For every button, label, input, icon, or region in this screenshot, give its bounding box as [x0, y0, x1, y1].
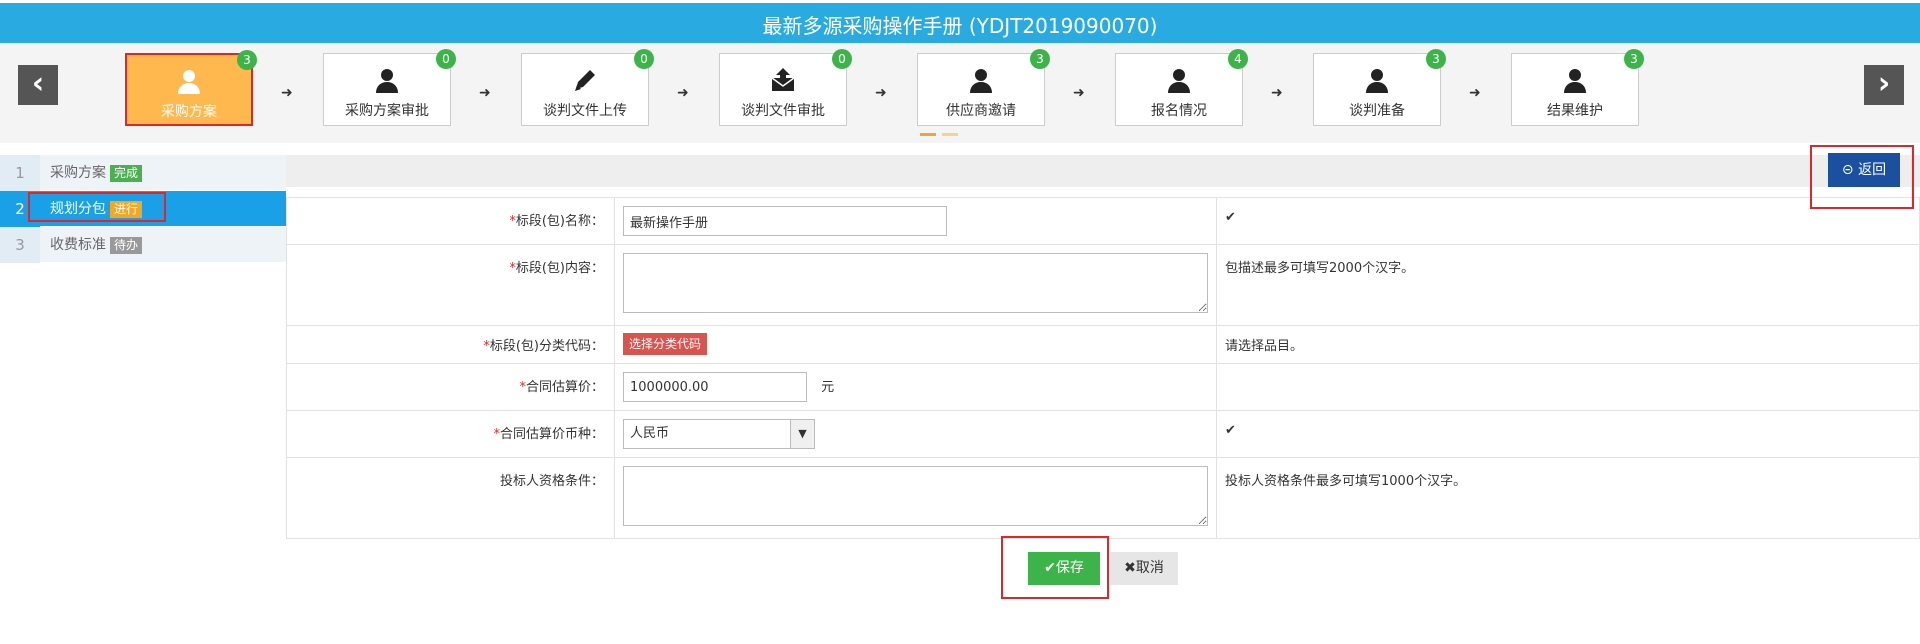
chevron-down-icon: ▼ — [790, 420, 814, 448]
step-plan-approval[interactable]: 采购方案审批 0 — [323, 49, 456, 126]
user-icon — [178, 70, 200, 94]
arrow-right-icon: ➜ — [1271, 85, 1283, 101]
field-label: *标段(包)内容： — [286, 244, 615, 326]
step-label: 结果维护 — [1547, 103, 1603, 119]
field-hint: 包描述最多可填写2000个汉字。 — [1216, 244, 1920, 326]
estimated-price-input[interactable] — [623, 372, 807, 402]
step-count-badge: 0 — [832, 49, 852, 69]
page-title: 最新多源采购操作手册 (YDJT2019090070) — [0, 0, 1920, 43]
step-label: 谈判准备 — [1349, 103, 1405, 119]
arrow-right-icon: ➜ — [677, 85, 689, 101]
user-icon — [970, 69, 992, 93]
field-label: *标段(包)分类代码： — [286, 325, 615, 364]
user-icon — [1564, 69, 1586, 93]
user-icon — [1366, 69, 1388, 93]
step-count-badge: 4 — [1228, 49, 1248, 69]
select-category-button[interactable]: 选择分类代码 — [623, 333, 708, 355]
package-name-input[interactable] — [623, 206, 947, 236]
sidebar-item-label: 收费标准 — [50, 237, 106, 253]
step-count-badge: 0 — [436, 49, 456, 69]
bidder-qualification-textarea[interactable] — [623, 466, 1208, 526]
step-count-badge: 3 — [1426, 49, 1446, 69]
currency-unit: 元 — [821, 379, 835, 395]
sidebar-item-purchase-plan[interactable]: 1 采购方案 完成 — [0, 155, 286, 191]
step-count-badge: 0 — [634, 49, 654, 69]
step-label: 供应商邀请 — [946, 103, 1016, 119]
step-label: 谈判文件审批 — [741, 103, 825, 119]
field-hint: 投标人资格条件最多可填写1000个汉字。 — [1216, 457, 1920, 539]
panel-header — [286, 155, 1920, 187]
sidebar-item-number: 1 — [0, 155, 40, 191]
field-label: *合同估算价币种： — [286, 410, 615, 458]
field-label: *标段(包)名称： — [286, 197, 615, 245]
step-count-badge: 3 — [1030, 49, 1050, 69]
step-count-badge: 3 — [1624, 49, 1644, 69]
sidebar-item-fee-standard[interactable]: 3 收费标准 待办 — [0, 227, 286, 263]
step-label: 采购方案审批 — [345, 103, 429, 119]
step-label: 报名情况 — [1151, 103, 1207, 119]
prev-arrow-button[interactable]: ‹ — [18, 65, 58, 105]
user-icon — [1168, 69, 1190, 93]
arrow-right-icon: ➜ — [479, 85, 491, 101]
arrow-right-icon: ➜ — [875, 85, 887, 101]
field-label: *合同估算价： — [286, 363, 615, 411]
currency-select-value: 人民币 — [630, 426, 670, 441]
highlight-box — [28, 192, 166, 222]
highlight-box — [1001, 536, 1109, 599]
step-supplier-invite[interactable]: 供应商邀请 3 — [917, 49, 1050, 126]
step-label: 谈判文件上传 — [543, 103, 627, 119]
step-negotiation-prep[interactable]: 谈判准备 3 — [1313, 49, 1446, 126]
currency-select[interactable]: 人民币 ▼ — [623, 419, 815, 449]
valid-check-icon: ✔ — [1216, 410, 1920, 458]
upload-envelope-icon — [771, 68, 795, 91]
sidebar-item-label: 采购方案 — [50, 165, 106, 181]
pager-dot[interactable] — [942, 133, 958, 136]
cancel-button[interactable]: ✖取消 — [1110, 552, 1178, 585]
status-badge: 完成 — [110, 165, 143, 182]
package-content-textarea[interactable] — [623, 253, 1208, 313]
highlight-box — [1810, 145, 1914, 209]
step-result-maintenance[interactable]: 结果维护 3 — [1511, 49, 1644, 126]
status-badge: 待办 — [110, 237, 143, 254]
sidebar-item-number: 3 — [0, 227, 40, 263]
arrow-right-icon: ➜ — [281, 85, 293, 101]
step-doc-approval[interactable]: 谈判文件审批 0 — [719, 49, 852, 126]
next-arrow-button[interactable]: › — [1864, 65, 1904, 105]
step-purchase-plan[interactable]: 采购方案 3 — [125, 50, 257, 126]
field-label: 投标人资格条件： — [286, 457, 615, 539]
field-error: 请选择品目。 — [1216, 325, 1920, 364]
close-icon: ✖ — [1124, 560, 1136, 576]
step-bar: ‹ 采购方案 3 ➜ 采购方案审批 0 ➜ 谈判文件上传 0 ➜ 谈判文件审批 … — [0, 43, 1920, 143]
step-label: 采购方案 — [161, 104, 217, 120]
arrow-right-icon: ➜ — [1469, 85, 1481, 101]
step-registration[interactable]: 报名情况 4 — [1115, 49, 1248, 126]
pager-dot-active[interactable] — [920, 133, 936, 136]
pencil-icon — [575, 70, 595, 91]
arrow-right-icon: ➜ — [1073, 85, 1085, 101]
user-icon — [376, 69, 398, 93]
package-form: *标段(包)名称： ✔ *标段(包)内容： 包描述最多可填写2000个汉字。 *… — [286, 197, 1920, 539]
step-count-badge: 3 — [237, 50, 257, 70]
step-doc-upload[interactable]: 谈判文件上传 0 — [521, 49, 654, 126]
